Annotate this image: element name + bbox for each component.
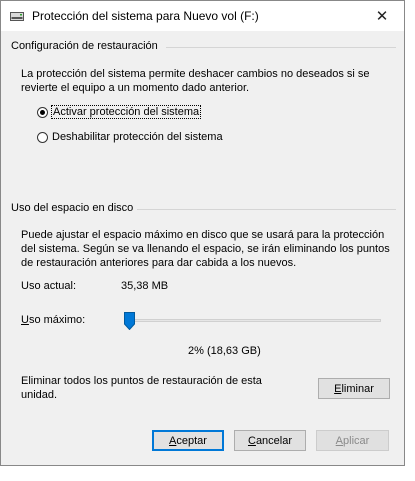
apply-button[interactable]: Aplicar [316, 430, 389, 451]
slider-readout: 2% (18,63 GB) [188, 345, 261, 357]
close-button[interactable]: ✕ [360, 1, 404, 31]
ok-button-label-rest: ceptar [176, 434, 207, 447]
delete-points-text: Eliminar todos los puntos de restauració… [21, 375, 262, 401]
radio-enable-protection[interactable]: Activar protección del sistema [37, 105, 202, 119]
disk-usage-description: Puede ajustar el espacio máximo en disco… [21, 229, 390, 269]
current-usage-value: 35,38 MB [121, 280, 169, 292]
apply-button-accesskey: A [335, 434, 344, 447]
ok-button[interactable]: Aceptar [152, 430, 224, 451]
radio-disable-protection[interactable]: Deshabilitar protección del sistema [37, 131, 223, 143]
delete-button[interactable]: Eliminar [318, 378, 390, 399]
cancel-button-accesskey: C [247, 434, 256, 447]
group-divider [166, 47, 396, 48]
window-title: Protección del sistema para Nuevo vol (F… [32, 9, 259, 23]
max-usage-label-accesskey: U [21, 314, 29, 326]
max-usage-label: Uso máximo: [21, 314, 85, 326]
max-usage-label-rest: so máximo: [28, 314, 86, 326]
cancel-button[interactable]: Cancelar [234, 430, 306, 451]
max-usage-slider-track[interactable] [129, 319, 381, 322]
apply-button-label-rest: plicar [343, 434, 370, 447]
ok-button-accesskey: A [169, 434, 177, 447]
restore-settings-group-title: Configuración de restauración [11, 40, 158, 52]
close-icon: ✕ [375, 8, 389, 25]
restore-settings-description: La protección del sistema permite deshac… [21, 68, 370, 94]
system-protection-dialog: Protección del sistema para Nuevo vol (F… [0, 0, 405, 466]
radio-button-selected[interactable] [37, 106, 48, 118]
drive-icon [10, 12, 24, 21]
title-bar[interactable]: Protección del sistema para Nuevo vol (F… [1, 1, 404, 31]
delete-button-accesskey: E [334, 382, 342, 395]
delete-button-label-rest: liminar [341, 382, 374, 395]
max-usage-slider-thumb[interactable] [124, 312, 135, 330]
cancel-button-label-rest: ancelar [255, 434, 293, 447]
group-divider [137, 209, 396, 210]
radio-button-unselected[interactable] [37, 131, 48, 143]
radio-disable-protection-label: Deshabilitar protección del sistema [52, 131, 223, 143]
radio-enable-protection-label: Activar protección del sistema [50, 105, 202, 119]
current-usage-label: Uso actual: [21, 280, 77, 292]
disk-usage-group-title: Uso del espacio en disco [11, 202, 134, 214]
